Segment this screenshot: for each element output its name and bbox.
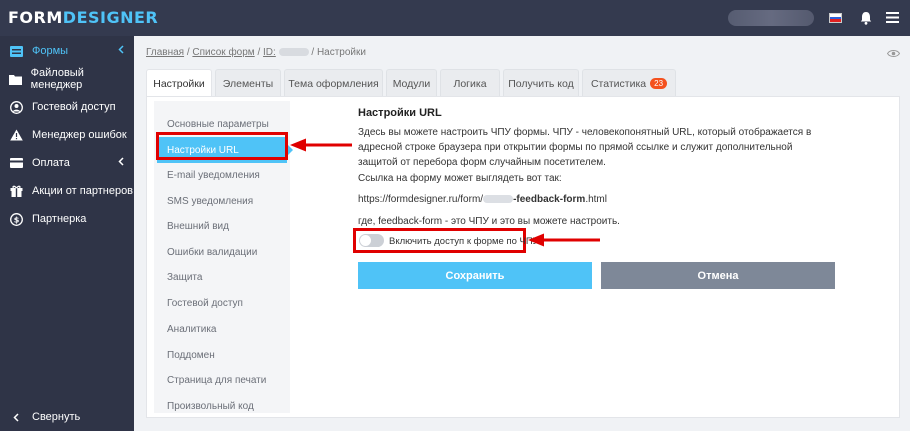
sidebar-item-label: Акции от партнеров bbox=[32, 185, 134, 197]
notifications-bell-icon[interactable] bbox=[860, 11, 872, 28]
section-title: Настройки URL bbox=[358, 107, 442, 119]
chevron-left-icon bbox=[0, 412, 32, 422]
folder-icon bbox=[0, 74, 31, 85]
blurred-form-id bbox=[278, 48, 309, 57]
chevron-left-icon bbox=[118, 157, 124, 169]
sidebar-item-guest-access[interactable]: Гостевой доступ bbox=[0, 93, 134, 121]
sidebar-item-label: Оплата bbox=[32, 157, 70, 169]
tab-label: Элементы bbox=[222, 77, 274, 90]
breadcrumb: Главная / Список форм / ID: / Настройки bbox=[146, 47, 366, 58]
sidebar-item-label: Файловый менеджер bbox=[30, 67, 84, 91]
tab-label: Получить код bbox=[508, 77, 574, 90]
slug-explanation: где, feedback-form - это ЧПУ и это вы мо… bbox=[358, 216, 620, 227]
cancel-button[interactable]: Отмена bbox=[601, 262, 835, 289]
sidebar-item-payment[interactable]: Оплата bbox=[0, 149, 134, 177]
subnav-item-sms[interactable]: SMS уведомления bbox=[167, 196, 253, 207]
sidebar-item-forms[interactable]: Формы bbox=[0, 37, 134, 65]
subnav-item-general[interactable]: Основные параметры bbox=[167, 119, 269, 130]
highlight-box-url-settings bbox=[156, 132, 288, 160]
tab-label: Логика bbox=[453, 77, 487, 90]
menu-burger-icon[interactable] bbox=[886, 12, 899, 26]
tab-label: Статистика bbox=[590, 77, 647, 90]
forms-icon bbox=[0, 45, 32, 57]
sidebar-collapse-button[interactable]: Свернуть bbox=[0, 403, 134, 431]
sidebar: Формы Файловый менеджер Гостевой доступ … bbox=[0, 36, 134, 431]
subnav-item-email[interactable]: E-mail уведомления bbox=[167, 170, 260, 181]
tab-settings[interactable]: Настройки bbox=[146, 69, 212, 98]
chevron-left-icon bbox=[118, 45, 124, 57]
slug-access-toggle-label[interactable]: Включить доступ к форме по ЧПУ bbox=[389, 236, 539, 247]
dollar-icon: $ bbox=[0, 212, 32, 226]
tab-label: Модули bbox=[392, 77, 431, 90]
slug-access-toggle[interactable] bbox=[359, 234, 384, 247]
subnav-item-print-page[interactable]: Страница для печати bbox=[167, 375, 266, 386]
app-logo[interactable]: FORMDESIGNER bbox=[8, 8, 158, 27]
tab-statistics[interactable]: Статистика 23 bbox=[582, 69, 676, 97]
blurred-url-part bbox=[483, 195, 514, 204]
credit-card-icon bbox=[0, 158, 32, 168]
annotation-arrow-left-icon bbox=[290, 138, 352, 155]
tab-label: Тема оформления bbox=[288, 77, 379, 90]
subnav-item-validation-errors[interactable]: Ошибки валидации bbox=[167, 247, 257, 258]
tab-get-code[interactable]: Получить код bbox=[503, 69, 579, 97]
sidebar-item-label: Менеджер ошибок bbox=[32, 129, 127, 141]
breadcrumb-home-link[interactable]: Главная bbox=[146, 47, 184, 58]
gift-icon bbox=[0, 185, 32, 197]
tab-modules[interactable]: Модули bbox=[386, 69, 437, 97]
subnav-item-guest-access[interactable]: Гостевой доступ bbox=[167, 298, 243, 309]
tab-elements[interactable]: Элементы bbox=[215, 69, 281, 97]
warning-icon bbox=[0, 129, 32, 141]
subnav-item-subdomain[interactable]: Поддомен bbox=[167, 350, 215, 361]
sidebar-collapse-label: Свернуть bbox=[32, 411, 81, 423]
sidebar-item-file-manager[interactable]: Файловый менеджер bbox=[0, 65, 134, 93]
section-description: Здесь вы можете настроить ЧПУ формы. ЧПУ… bbox=[358, 127, 812, 168]
breadcrumb-id-link[interactable]: ID: bbox=[263, 47, 276, 58]
subnav-item-protection[interactable]: Защита bbox=[167, 272, 202, 283]
sidebar-item-error-manager[interactable]: Менеджер ошибок bbox=[0, 121, 134, 149]
url-prefix: https://formdesigner.ru/form/ bbox=[358, 194, 484, 205]
example-url: https://formdesigner.ru/form/ -feedback-f… bbox=[358, 192, 607, 207]
svg-text:$: $ bbox=[13, 215, 19, 224]
annotation-arrow-left-icon bbox=[528, 233, 600, 250]
statistics-count-badge: 23 bbox=[650, 78, 668, 89]
sidebar-item-label: Партнерка bbox=[32, 213, 87, 225]
url-slug: -feedback-form bbox=[513, 194, 586, 205]
subnav-item-analytics[interactable]: Аналитика bbox=[167, 324, 217, 335]
url-settings-content: Настройки URL Здесь вы можете настроить … bbox=[358, 107, 838, 227]
link-example-lead: Ссылка на форму может выглядеть вот так: bbox=[358, 173, 562, 184]
save-button[interactable]: Сохранить bbox=[358, 262, 592, 289]
eye-icon[interactable] bbox=[886, 47, 901, 61]
sidebar-item-label: Формы bbox=[32, 45, 69, 57]
top-bar: FORMDESIGNER bbox=[0, 0, 910, 36]
breadcrumb-id-label: ID: bbox=[263, 47, 276, 58]
subnav-item-custom-code[interactable]: Произвольный код bbox=[167, 401, 254, 412]
breadcrumb-current: Настройки bbox=[316, 47, 366, 58]
language-flag-icon[interactable] bbox=[829, 13, 842, 23]
tab-label: Настройки bbox=[153, 78, 205, 90]
user-profile[interactable] bbox=[728, 10, 814, 26]
logo-accent-text: DESIGNER bbox=[62, 8, 159, 27]
subnav-item-appearance[interactable]: Внешний вид bbox=[167, 221, 229, 232]
tab-theme[interactable]: Тема оформления bbox=[284, 69, 383, 97]
sidebar-item-affiliate[interactable]: $ Партнерка bbox=[0, 205, 134, 233]
url-suffix: .html bbox=[585, 194, 607, 205]
user-circle-icon bbox=[0, 100, 32, 114]
logo-main-text: FORM bbox=[8, 8, 63, 27]
sidebar-item-partner-promos[interactable]: Акции от партнеров bbox=[0, 177, 134, 205]
tab-logic[interactable]: Логика bbox=[440, 69, 500, 97]
breadcrumb-forms-list-link[interactable]: Список форм bbox=[192, 47, 254, 58]
sidebar-item-label: Гостевой доступ bbox=[32, 101, 116, 113]
